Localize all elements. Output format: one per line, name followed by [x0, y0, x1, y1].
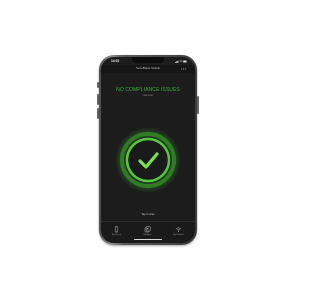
tab-my-network[interactable]: My Network: [163, 222, 194, 243]
tab-my-device[interactable]: My Device: [101, 222, 132, 243]
home-indicator[interactable]: [134, 239, 162, 241]
phone-icon: [114, 226, 119, 233]
scan-status-button[interactable]: [115, 127, 181, 193]
signal-icon: [175, 60, 179, 63]
inner-ring: [125, 137, 171, 183]
tab-label: My Apps: [143, 234, 152, 236]
product-image-canvas: 14:03 SecuBlade Mobile NO COMPLIANCE ISS…: [0, 0, 300, 300]
last-scan-label: Last scan: [142, 94, 154, 97]
phone-screen: 14:03 SecuBlade Mobile NO COMPLIANCE ISS…: [101, 57, 195, 243]
side-button: [197, 96, 199, 114]
phone-frame: 14:03 SecuBlade Mobile NO COMPLIANCE ISS…: [99, 55, 197, 245]
tab-label: My Network: [173, 234, 184, 236]
status-icons: [175, 60, 187, 63]
camera-notch: [132, 57, 164, 63]
battery-icon: [183, 60, 187, 63]
more-options-icon[interactable]: [181, 68, 186, 70]
status-time: 14:03: [111, 59, 120, 63]
tab-label: My Device: [111, 234, 122, 236]
apps-icon: [144, 226, 151, 233]
wifi-icon: [175, 227, 182, 232]
app-header: SecuBlade Mobile: [101, 65, 195, 73]
tap-to-scan-label[interactable]: Tap to scan: [101, 213, 195, 216]
compliance-headline: NO COMPLIANCE ISSUES: [116, 87, 180, 93]
wifi-status-icon: [179, 60, 183, 63]
